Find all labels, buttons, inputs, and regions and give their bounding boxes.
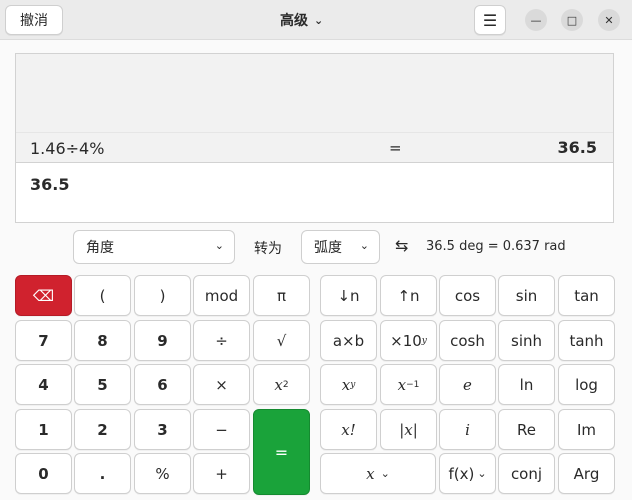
times-ten-power-button[interactable]: ×10 y — [380, 320, 437, 361]
convert-to-label: 转为 — [254, 241, 282, 257]
tan-button[interactable]: tan — [558, 275, 615, 316]
close-button[interactable]: ✕ — [598, 9, 620, 31]
digit-5-button[interactable]: 5 — [74, 364, 131, 405]
pi-button[interactable]: π — [253, 275, 310, 316]
variable-label: x — [366, 464, 375, 483]
function-label: f(x) — [448, 464, 475, 483]
inverse-base: x — [397, 375, 407, 394]
variable-dropdown[interactable]: x ⌄ — [320, 453, 436, 494]
argument-button[interactable]: Arg — [558, 453, 615, 494]
chevron-down-icon: ⌄ — [477, 467, 487, 480]
mod-button[interactable]: mod — [193, 275, 250, 316]
tanh-button[interactable]: tanh — [558, 320, 615, 361]
mode-title: 高级 — [280, 13, 308, 29]
chevron-down-icon: ⌄ — [214, 239, 224, 252]
equals-button[interactable]: = — [253, 409, 310, 495]
header-bar: 撤消 高级 ⌄ ☰ — □ ✕ — [0, 0, 632, 40]
multiply-button[interactable]: × — [193, 364, 250, 405]
history-expression: 1.46÷4% — [30, 139, 105, 158]
open-paren-button[interactable]: ( — [74, 275, 131, 316]
digit-6-button[interactable]: 6 — [134, 364, 191, 405]
factorial-label: x! — [341, 420, 356, 439]
backspace-button[interactable]: ⌫ — [15, 275, 72, 316]
sinh-button[interactable]: sinh — [498, 320, 555, 361]
square-base: x — [274, 375, 283, 394]
digit-7-button[interactable]: 7 — [15, 320, 72, 361]
conversion-bar: 角度 ⌄ 转为 弧度 ⌄ ⇆ 36.5 deg = 0.637 rad — [0, 230, 632, 264]
close-icon: ✕ — [604, 13, 614, 27]
add-button[interactable]: + — [193, 453, 250, 494]
chevron-down-icon: ⌄ — [359, 239, 369, 252]
digit-1-button[interactable]: 1 — [15, 409, 72, 450]
from-unit-label: 角度 — [86, 240, 114, 256]
ln-button[interactable]: ln — [498, 364, 555, 405]
digit-9-button[interactable]: 9 — [134, 320, 191, 361]
euler-e-label: e — [463, 375, 472, 394]
history-entry[interactable]: 1.46÷4% = 36.5 — [16, 132, 613, 163]
percent-button[interactable]: % — [134, 453, 191, 494]
decimal-point-button[interactable]: . — [74, 453, 131, 494]
cos-button[interactable]: cos — [439, 275, 496, 316]
inverse-button[interactable]: x −1 — [380, 364, 437, 405]
cosh-button[interactable]: cosh — [439, 320, 496, 361]
maximize-button[interactable]: □ — [561, 9, 583, 31]
sqrt-button[interactable]: √ — [253, 320, 310, 361]
minimize-button[interactable]: — — [525, 9, 547, 31]
to-unit-dropdown[interactable]: 弧度 ⌄ — [301, 230, 380, 264]
euler-e-button[interactable]: e — [439, 364, 496, 405]
times-ten-base: ×10 — [390, 331, 422, 350]
sin-button[interactable]: sin — [498, 275, 555, 316]
from-unit-dropdown[interactable]: 角度 ⌄ — [73, 230, 235, 264]
chevron-down-icon: ⌄ — [314, 13, 324, 27]
history-result[interactable]: 36.5 — [558, 138, 597, 157]
digit-0-button[interactable]: 0 — [15, 453, 72, 494]
main-menu-button[interactable]: ☰ — [474, 5, 506, 35]
imag-part-button[interactable]: Im — [558, 409, 615, 450]
digit-8-button[interactable]: 8 — [74, 320, 131, 361]
swap-units-icon[interactable]: ⇆ — [395, 236, 408, 255]
imaginary-label: i — [465, 420, 470, 439]
abs-button[interactable]: |x| — [380, 409, 437, 450]
square-button[interactable]: x2 — [253, 364, 310, 405]
hamburger-icon: ☰ — [482, 10, 498, 30]
subscript-button[interactable]: ↓n — [320, 275, 377, 316]
factorial-button[interactable]: x! — [320, 409, 377, 450]
digit-2-button[interactable]: 2 — [74, 409, 131, 450]
abs-label: |x| — [399, 420, 418, 439]
history-equals-sign: = — [389, 139, 402, 157]
maximize-icon: □ — [566, 13, 578, 27]
backspace-icon: ⌫ — [32, 286, 55, 305]
mode-selector[interactable]: 高级 ⌄ — [280, 10, 323, 30]
subtract-button[interactable]: − — [193, 409, 250, 450]
power-base: x — [341, 375, 351, 394]
conjugate-button[interactable]: conj — [498, 453, 555, 494]
conversion-result: 36.5 deg = 0.637 rad — [426, 239, 566, 254]
imaginary-button[interactable]: i — [439, 409, 496, 450]
superscript-button[interactable]: ↑n — [380, 275, 437, 316]
real-part-button[interactable]: Re — [498, 409, 555, 450]
close-paren-button[interactable]: ) — [134, 275, 191, 316]
divide-button[interactable]: ÷ — [193, 320, 250, 361]
minimize-icon: — — [530, 13, 542, 27]
chevron-down-icon: ⌄ — [380, 467, 390, 480]
digit-4-button[interactable]: 4 — [15, 364, 72, 405]
history-area — [16, 54, 613, 132]
current-input[interactable]: 36.5 — [30, 175, 69, 194]
undo-button[interactable]: 撤消 — [5, 5, 63, 35]
power-button[interactable]: xy — [320, 364, 377, 405]
function-dropdown[interactable]: f(x) ⌄ — [439, 453, 496, 494]
to-unit-label: 弧度 — [314, 240, 342, 256]
digit-3-button[interactable]: 3 — [134, 409, 191, 450]
log-button[interactable]: log — [558, 364, 615, 405]
multiply-ab-button[interactable]: a×b — [320, 320, 377, 361]
calculator-display: 1.46÷4% = 36.5 36.5 — [15, 53, 614, 223]
